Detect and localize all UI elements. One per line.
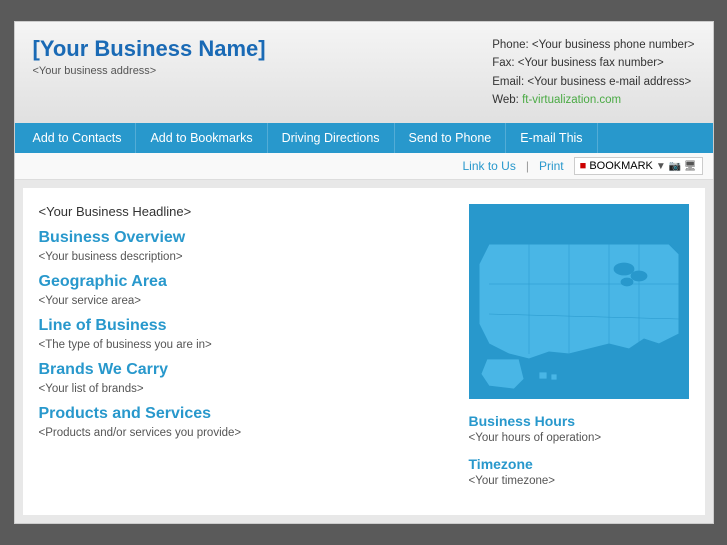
header: [Your Business Name] <Your business addr… — [15, 22, 713, 124]
bookmark-icon: ■ — [580, 160, 587, 172]
header-left: [Your Business Name] <Your business addr… — [33, 36, 266, 77]
section-heading-overview: Business Overview — [39, 229, 449, 247]
section-heading-geo: Geographic Area — [39, 273, 449, 291]
nav-add-contacts[interactable]: Add to Contacts — [19, 123, 137, 153]
section-heading-products: Products and Services — [39, 405, 449, 423]
right-column: Business Hours <Your hours of operation>… — [469, 204, 689, 499]
section-desc-geo: <Your service area> — [39, 295, 449, 307]
sidebar-heading-hours: Business Hours — [469, 413, 689, 429]
email-info: Email: <Your business e-mail address> — [492, 73, 694, 91]
section-desc-brands: <Your list of brands> — [39, 383, 449, 395]
section-heading-lob: Line of Business — [39, 317, 449, 335]
nav-email-this[interactable]: E-mail This — [506, 123, 597, 153]
business-headline: <Your Business Headline> — [39, 204, 449, 219]
web-label: Web: — [492, 94, 519, 106]
business-address: <Your business address> — [33, 65, 266, 77]
nav-add-bookmarks[interactable]: Add to Bookmarks — [136, 123, 267, 153]
bookmark-icons-extra: ▼ 📷 🖥 — [656, 161, 697, 172]
business-name: [Your Business Name] — [33, 36, 266, 62]
section-heading-brands: Brands We Carry — [39, 361, 449, 379]
sub-toolbar: Link to Us | Print ■ BOOKMARK ▼ 📷 🖥 — [15, 153, 713, 180]
section-desc-overview: <Your business description> — [39, 251, 449, 263]
print-link[interactable]: Print — [539, 159, 564, 173]
section-desc-lob: <The type of business you are in> — [39, 339, 449, 351]
bookmark-button[interactable]: ■ BOOKMARK ▼ 📷 🖥 — [574, 157, 703, 175]
navbar: Add to Contacts Add to Bookmarks Driving… — [15, 123, 713, 153]
web-info: Web: ft-virtualization.com — [492, 91, 694, 109]
section-desc-products: <Products and/or services you provide> — [39, 427, 449, 439]
link-to-us[interactable]: Link to Us — [462, 159, 515, 173]
main-content: <Your Business Headline> Business Overvi… — [23, 188, 705, 515]
bookmark-label: BOOKMARK — [589, 160, 653, 172]
sidebar-desc-hours: <Your hours of operation> — [469, 432, 689, 444]
left-column: <Your Business Headline> Business Overvi… — [39, 204, 449, 499]
separator: | — [526, 159, 529, 173]
page-wrapper: [Your Business Name] <Your business addr… — [14, 21, 714, 525]
sidebar-desc-timezone: <Your timezone> — [469, 475, 689, 487]
us-map — [469, 204, 689, 399]
web-link[interactable]: ft-virtualization.com — [522, 94, 621, 106]
phone-info: Phone: <Your business phone number> — [492, 36, 694, 54]
nav-driving-directions[interactable]: Driving Directions — [268, 123, 395, 153]
nav-send-to-phone[interactable]: Send to Phone — [395, 123, 507, 153]
sidebar-heading-timezone: Timezone — [469, 456, 689, 472]
fax-info: Fax: <Your business fax number> — [492, 54, 694, 72]
header-right: Phone: <Your business phone number> Fax:… — [492, 36, 694, 110]
